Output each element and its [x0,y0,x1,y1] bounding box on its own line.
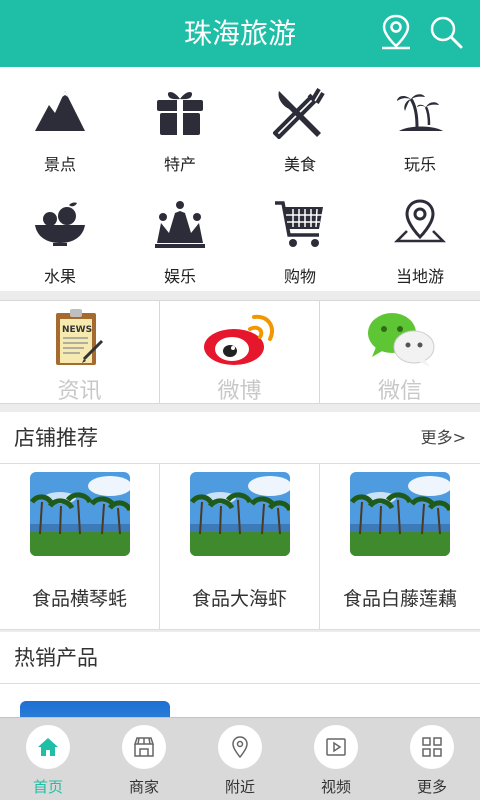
social-label: 微博 [217,379,262,404]
tab-label: 附近 [224,778,255,796]
social-label: 微信 [377,379,422,404]
news-clipboard-icon: NEWS [40,307,120,369]
category-label: 特产 [163,155,196,174]
tab-nearby[interactable]: 附近 [192,718,288,800]
category-fun[interactable]: 玩乐 [360,67,480,179]
nearby-pin-icon [218,725,262,769]
category-food[interactable]: 美食 [240,67,360,179]
shop-card[interactable]: 食品大海虾 [160,464,320,630]
shop-section-header: 店铺推荐 更多> [0,412,480,464]
shop-image [350,472,450,556]
shopping-cart-icon [273,197,327,251]
home-icon [26,725,70,769]
storefront-icon [122,725,166,769]
weibo-icon [200,307,280,369]
tab-video[interactable]: 视频 [288,718,384,800]
category-shopping[interactable]: 购物 [240,179,360,291]
section-title: 店铺推荐 [14,426,98,450]
tab-more[interactable]: 更多 [384,718,480,800]
shop-label: 食品大海虾 [191,588,287,610]
search-icon[interactable] [426,12,466,52]
category-label: 购物 [283,267,316,286]
tab-label: 更多 [416,778,447,796]
video-play-icon [314,725,358,769]
shop-label: 食品横琴蚝 [31,588,127,610]
more-link[interactable]: 更多> [421,412,466,464]
bottom-tab-bar: 首页 商家 附近 视频 更多 [0,717,480,800]
social-label: 资讯 [57,379,102,404]
tab-merchants[interactable]: 商家 [96,718,192,800]
wechat-icon [360,307,440,369]
category-specialties[interactable]: 特产 [120,67,240,179]
shop-label: 食品白藤莲藕 [342,588,457,610]
location-pin-icon[interactable] [376,12,416,52]
fruit-bowl-icon [33,197,87,251]
social-weibo[interactable]: 微博 [160,301,320,404]
social-news[interactable]: NEWS 资讯 [0,301,160,404]
shop-image [190,472,290,556]
category-entertainment[interactable]: 娱乐 [120,179,240,291]
social-wechat[interactable]: 微信 [320,301,480,404]
category-label: 玩乐 [403,155,436,174]
tab-label: 首页 [32,778,63,796]
tab-label: 视频 [320,778,351,796]
shop-card[interactable]: 食品白藤莲藕 [320,464,480,630]
crown-icon [153,197,207,251]
fork-knife-icon [272,85,327,140]
grid-more-icon [410,725,454,769]
category-label: 景点 [43,155,76,174]
category-label: 水果 [43,267,76,286]
category-fruit[interactable]: 水果 [0,179,120,291]
shop-image [30,472,130,556]
category-label: 美食 [283,155,316,174]
map-pin-icon [393,197,447,251]
category-label: 娱乐 [163,267,196,286]
category-label: 当地游 [395,267,444,286]
category-local-tour[interactable]: 当地游 [360,179,480,291]
tab-home[interactable]: 首页 [0,718,96,800]
social-row: NEWS 资讯 微博 微信 [0,300,480,404]
hot-section-header: 热销产品 [0,632,480,684]
svg-text:NEWS: NEWS [62,325,92,335]
section-title: 热销产品 [14,646,98,670]
palm-island-icon [393,85,447,139]
shop-card[interactable]: 食品横琴蚝 [0,464,160,630]
gift-icon [153,85,207,139]
app-header: 珠海旅游 [0,0,480,67]
mountain-icon [33,85,87,139]
category-attractions[interactable]: 景点 [0,67,120,179]
category-grid: 景点 特产 美食 玩乐 水果 娱乐 购物 当地游 [0,67,480,291]
tab-label: 商家 [128,778,159,796]
shop-list: 食品横琴蚝 食品大海虾 食品白藤莲藕 [0,464,480,630]
